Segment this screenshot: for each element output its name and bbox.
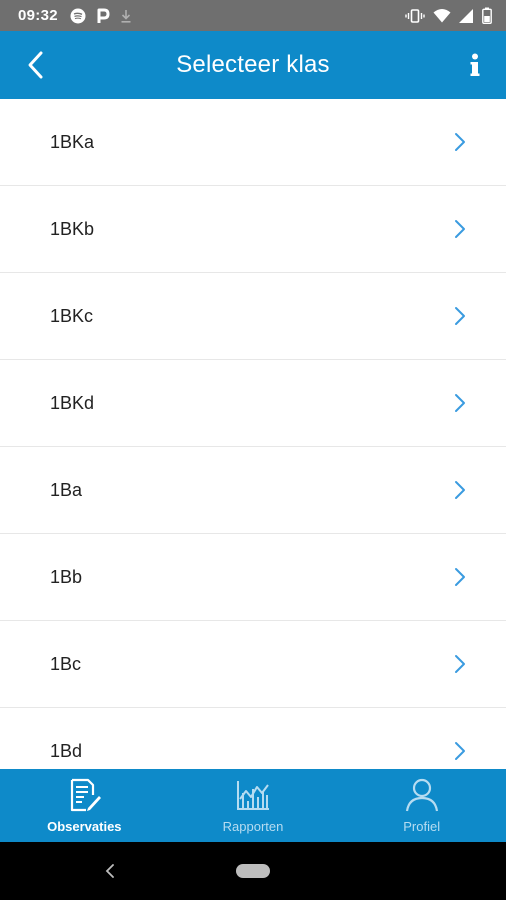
vibrate-icon bbox=[405, 8, 425, 24]
page-title: Selecteer klas bbox=[176, 51, 330, 78]
class-label: 1BKa bbox=[50, 131, 95, 152]
chevron-right-icon bbox=[454, 567, 466, 587]
battery-icon bbox=[482, 7, 492, 24]
status-left-icons bbox=[70, 8, 132, 24]
spotify-icon bbox=[70, 8, 86, 24]
back-chevron-icon bbox=[28, 51, 43, 79]
wifi-icon bbox=[433, 8, 451, 24]
list-item[interactable]: 1BKc bbox=[0, 273, 506, 360]
tab-observaties[interactable]: Observaties bbox=[0, 769, 169, 842]
list-item[interactable]: 1Bc bbox=[0, 621, 506, 708]
class-label: 1Bb bbox=[50, 566, 83, 587]
document-edit-icon bbox=[71, 778, 102, 812]
chevron-right-icon bbox=[454, 654, 466, 674]
class-label: 1Bd bbox=[50, 740, 83, 761]
tab-rapporten[interactable]: Rapporten bbox=[169, 769, 338, 842]
chevron-right-icon bbox=[454, 741, 466, 761]
tab-profiel[interactable]: Profiel bbox=[337, 769, 506, 842]
tab-label: Observaties bbox=[47, 819, 122, 834]
person-icon bbox=[405, 778, 438, 812]
chevron-right-icon bbox=[454, 480, 466, 500]
class-list: 1BKa 1BKb 1BKc 1BKd 1Ba 1Bb 1Bc 1Bd bbox=[0, 99, 506, 769]
list-item[interactable]: 1BKd bbox=[0, 360, 506, 447]
list-item[interactable]: 1Ba bbox=[0, 447, 506, 534]
class-label: 1BKd bbox=[50, 392, 95, 413]
class-label: 1Bc bbox=[50, 653, 82, 674]
class-label: 1BKc bbox=[50, 305, 94, 326]
download-icon bbox=[120, 8, 132, 24]
list-item[interactable]: 1Bd bbox=[0, 708, 506, 769]
class-label: 1BKb bbox=[50, 218, 95, 239]
nav-back-button[interactable] bbox=[100, 860, 120, 882]
list-item[interactable]: 1BKa bbox=[0, 99, 506, 186]
chevron-right-icon bbox=[454, 393, 466, 413]
chevron-right-icon bbox=[454, 306, 466, 326]
status-time: 09:32 bbox=[18, 7, 58, 24]
tab-label: Profiel bbox=[403, 819, 441, 834]
info-button[interactable] bbox=[462, 47, 488, 83]
chart-icon bbox=[237, 781, 269, 810]
parking-icon bbox=[96, 8, 110, 24]
list-item[interactable]: 1BKb bbox=[0, 186, 506, 273]
back-button[interactable] bbox=[18, 47, 52, 83]
signal-icon bbox=[459, 8, 474, 24]
chevron-right-icon bbox=[454, 132, 466, 152]
nav-home-button[interactable] bbox=[236, 864, 270, 878]
chevron-right-icon bbox=[454, 219, 466, 239]
status-right-icons bbox=[405, 7, 492, 24]
tab-label: Rapporten bbox=[222, 819, 284, 834]
app-bar: Selecteer klas bbox=[0, 31, 506, 99]
status-bar: 09:32 bbox=[0, 0, 506, 31]
nav-back-icon bbox=[105, 864, 114, 878]
list-item[interactable]: 1Bb bbox=[0, 534, 506, 621]
bottom-tab-bar: Observaties Rapporten Profiel bbox=[0, 769, 506, 842]
info-icon bbox=[470, 53, 480, 76]
class-label: 1Ba bbox=[50, 479, 83, 500]
navigation-bar bbox=[0, 842, 506, 900]
